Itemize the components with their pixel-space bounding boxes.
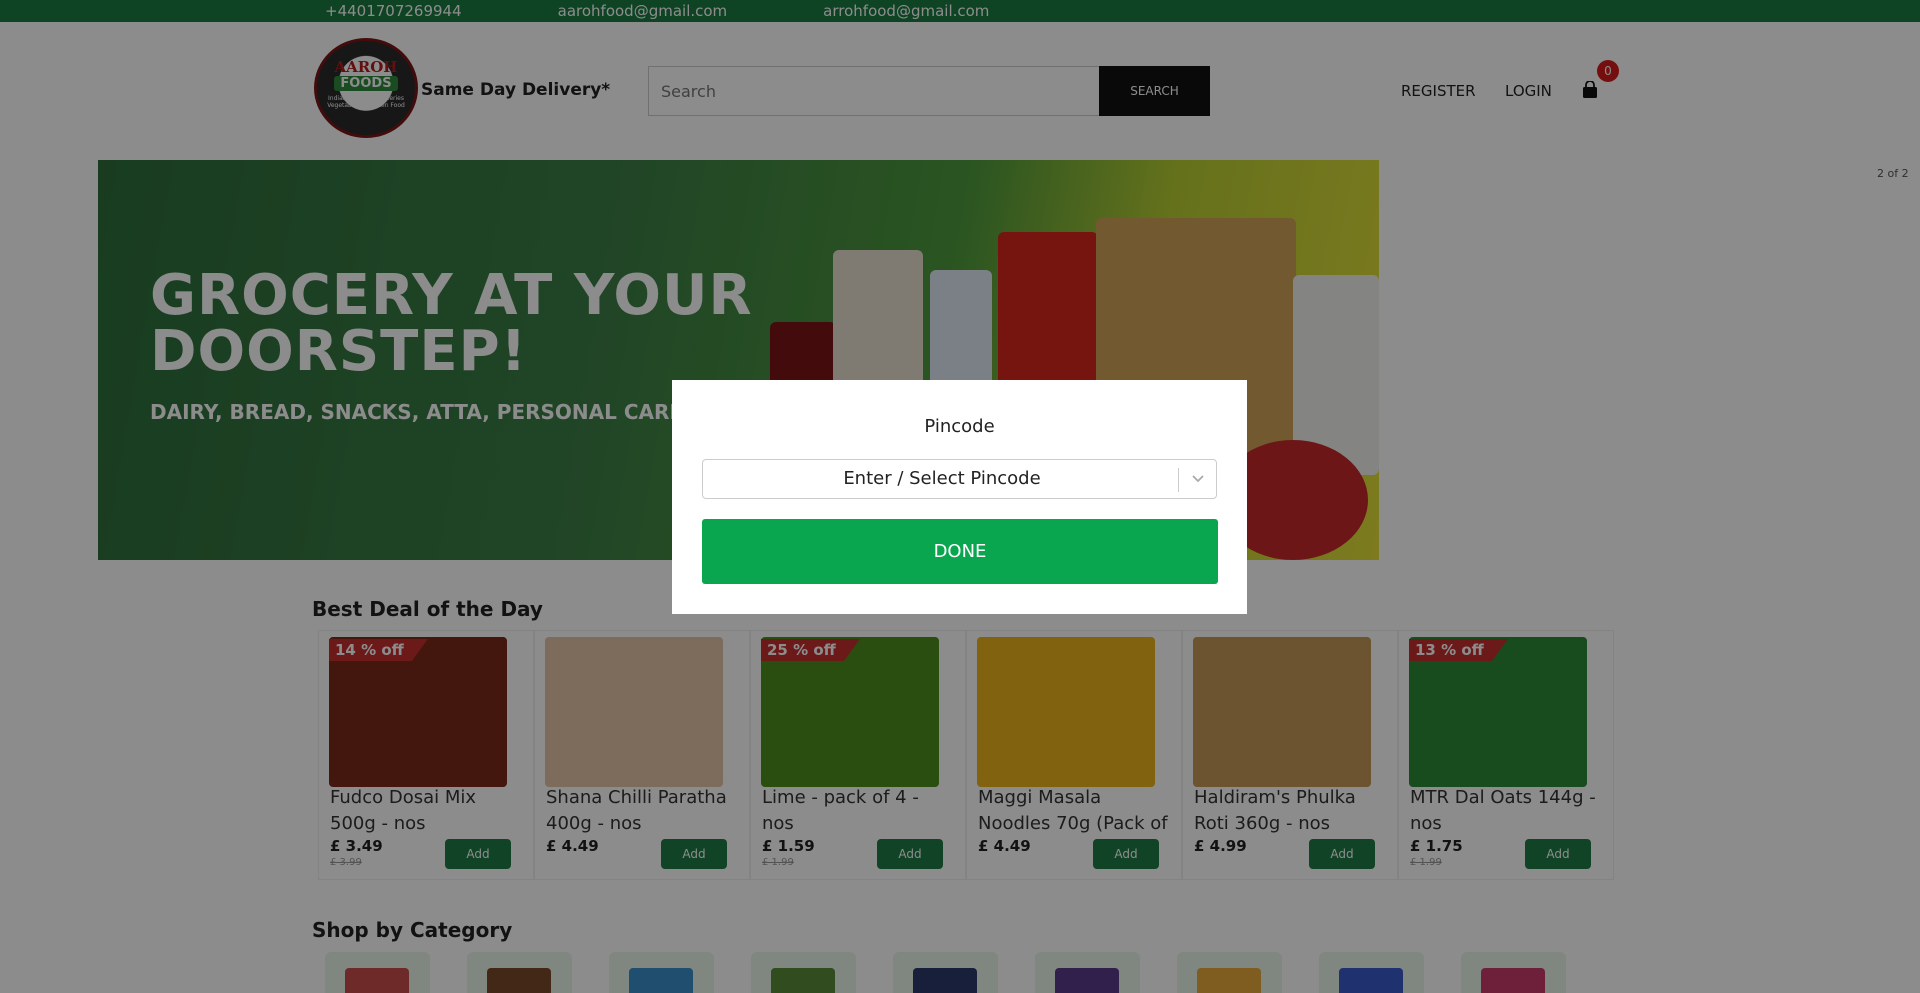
done-button[interactable]: DONE (702, 519, 1218, 584)
pincode-placeholder: Enter / Select Pincode (843, 468, 1041, 489)
modal-title: Pincode (924, 416, 995, 437)
pincode-select[interactable]: Enter / Select Pincode (702, 459, 1217, 499)
pincode-modal: Pincode Enter / Select Pincode DONE (672, 380, 1247, 614)
select-divider (1178, 468, 1179, 492)
chevron-down-icon[interactable] (1190, 470, 1206, 486)
modal-backdrop[interactable]: Pincode Enter / Select Pincode DONE (0, 0, 1920, 993)
